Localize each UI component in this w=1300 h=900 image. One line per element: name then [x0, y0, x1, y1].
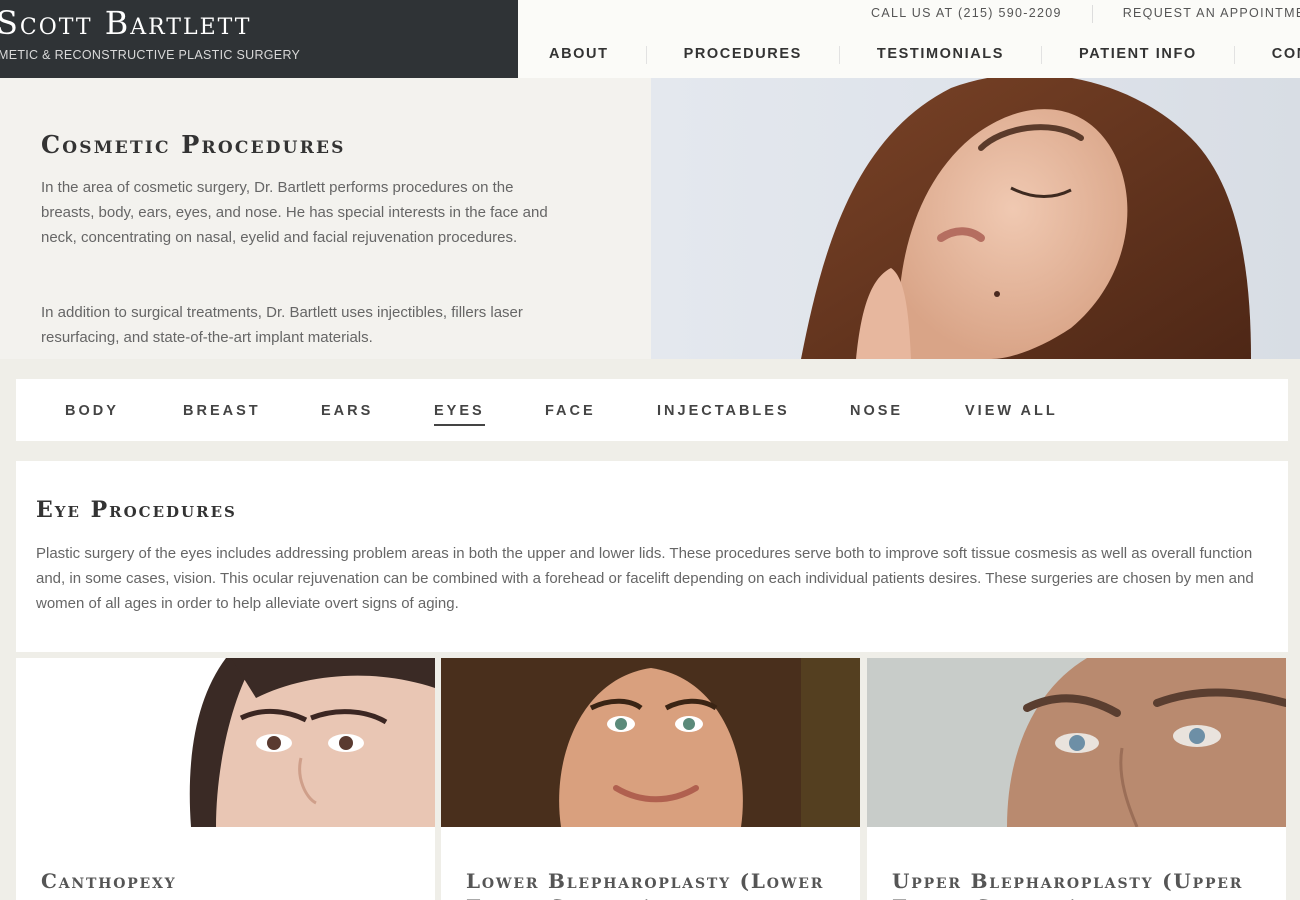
nav-divider: [838, 46, 840, 64]
nav-divider: [1041, 46, 1043, 64]
header-nav-area: CALL US AT (215) 590-2209 REQUEST AN APP…: [518, 0, 1300, 78]
card-photo-woman-smiling: [441, 658, 860, 827]
main-nav: ABOUT PROCEDURES TESTIMONIALS PATIENT IN…: [549, 46, 1300, 64]
hero-section: Cosmetic Procedures In the area of cosme…: [0, 78, 651, 359]
tab-breast[interactable]: BREAST: [183, 403, 261, 419]
tab-ears[interactable]: EARS: [321, 403, 373, 419]
procedure-card[interactable]: Upper Blepharoplasty (Upper Eyelid Surge…: [867, 658, 1286, 900]
site-name: Scott Bartlett: [0, 4, 252, 42]
hero-paragraph: In the area of cosmetic surgery, Dr. Bar…: [41, 179, 548, 246]
hero-paragraph: In addition to surgical treatments, Dr. …: [41, 304, 523, 346]
tab-body[interactable]: BODY: [65, 403, 119, 419]
section-title: Eye Procedures: [36, 497, 237, 523]
procedure-tabs: BODY BREAST EARS EYES FACE INJECTABLES N…: [16, 379, 1288, 441]
tab-eyes[interactable]: EYES: [434, 403, 485, 426]
site-logo[interactable]: Scott Bartlett METIC & RECONSTRUCTIVE PL…: [0, 0, 518, 78]
card-title[interactable]: Upper Blepharoplasty (Upper Eyelid Surge…: [892, 868, 1272, 900]
eye-procedures-intro: Eye Procedures Plastic surgery of the ey…: [16, 461, 1288, 652]
card-photo-woman-eyes: [16, 658, 435, 827]
utility-divider: [1091, 5, 1093, 23]
site-tagline: METIC & RECONSTRUCTIVE PLASTIC SURGERY: [0, 48, 301, 62]
section-description: Plastic surgery of the eyes includes add…: [36, 545, 1254, 612]
nav-about[interactable]: ABOUT: [549, 46, 609, 64]
utility-links: CALL US AT (215) 590-2209 REQUEST AN APP…: [871, 5, 1300, 23]
tab-view-all[interactable]: VIEW ALL: [965, 403, 1058, 419]
hero-photo-woman: [651, 78, 1300, 359]
procedure-card[interactable]: Lower Blepharoplasty (Lower Eyelid Surge…: [441, 658, 860, 900]
tab-injectables[interactable]: INJECTABLES: [657, 403, 790, 419]
card-photo-man-eyes: [867, 658, 1286, 827]
nav-divider: [1233, 46, 1235, 64]
nav-patient-info[interactable]: PATIENT INFO: [1079, 46, 1197, 64]
hero-title: Cosmetic Procedures: [41, 130, 346, 159]
procedure-card[interactable]: Canthopexy: [16, 658, 435, 900]
request-appointment-link[interactable]: REQUEST AN APPOINTMEN: [1123, 6, 1300, 23]
call-us-link[interactable]: CALL US AT (215) 590-2209: [871, 6, 1062, 23]
nav-divider: [645, 46, 647, 64]
card-title[interactable]: Lower Blepharoplasty (Lower Eyelid Surge…: [466, 868, 846, 900]
nav-contact[interactable]: CONT: [1272, 46, 1300, 64]
tab-face[interactable]: FACE: [545, 403, 596, 419]
nav-procedures[interactable]: PROCEDURES: [684, 46, 802, 64]
tab-nose[interactable]: NOSE: [850, 403, 903, 419]
card-title[interactable]: Canthopexy: [41, 868, 421, 894]
nav-testimonials[interactable]: TESTIMONIALS: [877, 46, 1004, 64]
